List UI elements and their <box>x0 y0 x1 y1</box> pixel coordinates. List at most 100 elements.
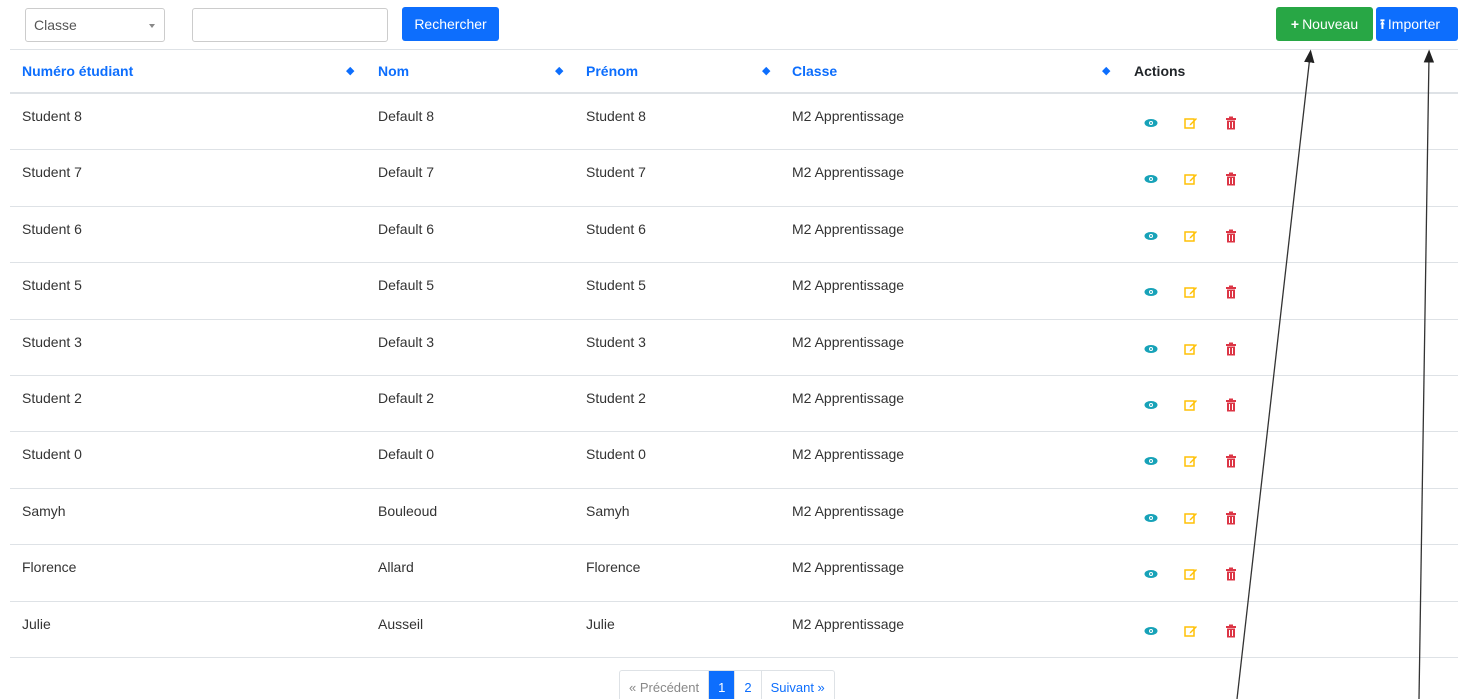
edit-icon[interactable] <box>1184 172 1198 186</box>
cell-prenom: Student 7 <box>586 164 646 181</box>
table-row: Florence Allard Florence M2 Apprentissage <box>10 545 1458 602</box>
cell-numero: Student 6 <box>22 220 82 237</box>
sort-icon[interactable]: ◆ <box>1102 50 1110 93</box>
trash-icon[interactable] <box>1224 454 1238 468</box>
edit-icon[interactable] <box>1184 567 1198 581</box>
search-button[interactable]: Rechercher <box>402 7 499 41</box>
class-select-value: Classe <box>34 17 77 33</box>
edit-icon[interactable] <box>1184 342 1198 356</box>
cell-numero: Julie <box>22 615 51 632</box>
cell-classe: M2 Apprentissage <box>792 220 905 237</box>
trash-icon[interactable] <box>1224 398 1238 412</box>
pagination-page-2[interactable]: 2 <box>735 671 762 699</box>
cell-prenom: Samyh <box>586 502 630 519</box>
edit-icon[interactable] <box>1184 229 1198 243</box>
table-row: Samyh Bouleoud Samyh M2 Apprentissage <box>10 489 1458 546</box>
import-button-label: Importer <box>1387 16 1441 32</box>
edit-icon[interactable] <box>1184 285 1198 299</box>
table-row: Student 5 Default 5 Student 5 M2 Apprentiss… <box>10 263 1458 320</box>
sort-icon[interactable]: ◆ <box>762 50 770 93</box>
cell-nom: Default 0 <box>378 446 435 463</box>
cell-numero: Student 2 <box>22 389 82 406</box>
trash-icon[interactable] <box>1224 511 1238 525</box>
class-select[interactable]: Classe <box>25 8 165 42</box>
edit-icon[interactable] <box>1184 454 1198 468</box>
eye-icon[interactable] <box>1144 116 1158 130</box>
eye-icon[interactable] <box>1144 172 1158 186</box>
trash-icon[interactable] <box>1224 172 1238 186</box>
trash-icon[interactable] <box>1224 116 1238 130</box>
cell-prenom: Student 8 <box>586 108 646 124</box>
cell-numero: Student 8 <box>22 108 82 124</box>
edit-icon[interactable] <box>1184 116 1198 130</box>
table-row: Julie Ausseil Julie M2 Apprentissage <box>10 602 1458 658</box>
cell-numero: Student 5 <box>22 277 82 294</box>
eye-icon[interactable] <box>1144 567 1158 581</box>
eye-icon[interactable] <box>1144 229 1158 243</box>
cell-prenom: Student 0 <box>586 446 646 463</box>
cell-classe: M2 Apprentissage <box>792 559 905 576</box>
trash-icon[interactable] <box>1224 229 1238 243</box>
cell-classe: M2 Apprentissage <box>792 389 905 406</box>
table-body: Student 8 Default 8 Student 8 M2 Apprentiss… <box>10 94 1458 658</box>
eye-icon[interactable] <box>1144 285 1158 299</box>
cell-numero: Student 7 <box>22 164 82 181</box>
new-button[interactable]: + Nouveau <box>1276 7 1373 41</box>
cell-nom: Default 3 <box>378 333 435 350</box>
table-row: Student 2 Default 2 Student 2 M2 Apprentiss… <box>10 376 1458 433</box>
cell-nom: Bouleoud <box>378 502 438 519</box>
cell-classe: M2 Apprentissage <box>792 502 905 519</box>
eye-icon[interactable] <box>1144 398 1158 412</box>
cell-nom: Default 2 <box>378 389 435 406</box>
cell-nom: Default 5 <box>378 277 435 294</box>
trash-icon[interactable] <box>1224 567 1238 581</box>
table-row: Student 7 Default 7 Student 7 M2 Apprentiss… <box>10 150 1458 207</box>
column-header-classe[interactable]: Classe <box>792 50 837 93</box>
cell-nom: Allard <box>378 559 414 576</box>
cell-prenom: Student 6 <box>586 220 646 237</box>
table-row: Student 3 Default 3 Student 3 M2 Apprentiss… <box>10 320 1458 376</box>
table-header: Numéro étudiant ◆ Nom ◆ Prénom ◆ Classe … <box>10 49 1458 94</box>
search-input[interactable] <box>192 8 388 42</box>
upload-icon: ⭱ <box>1380 16 1385 32</box>
cell-prenom: Student 3 <box>586 333 646 350</box>
edit-icon[interactable] <box>1184 624 1198 638</box>
trash-icon[interactable] <box>1224 624 1238 638</box>
eye-icon[interactable] <box>1144 342 1158 356</box>
student-list-page: Classe Rechercher + Nouveau ⭱ Importer Num… <box>0 0 1458 699</box>
trash-icon[interactable] <box>1224 285 1238 299</box>
cell-classe: M2 Apprentissage <box>792 164 905 181</box>
table-row: Student 0 Default 0 Student 0 M2 Apprentiss… <box>10 432 1458 489</box>
cell-nom: Default 6 <box>378 220 435 237</box>
table-row: Student 8 Default 8 Student 8 M2 Apprentiss… <box>10 94 1458 151</box>
plus-icon: + <box>1290 16 1300 32</box>
cell-numero: Samyh <box>22 502 66 519</box>
pagination-page-1[interactable]: 1 <box>709 671 736 699</box>
cell-prenom: Student 5 <box>586 277 646 294</box>
cell-prenom: Julie <box>586 615 615 632</box>
cell-classe: M2 Apprentissage <box>792 615 905 632</box>
cell-prenom: Student 2 <box>586 389 646 406</box>
eye-icon[interactable] <box>1144 511 1158 525</box>
cell-classe: M2 Apprentissage <box>792 333 905 350</box>
column-header-prenom[interactable]: Prénom <box>586 50 638 93</box>
sort-icon[interactable]: ◆ <box>346 50 354 93</box>
eye-icon[interactable] <box>1144 624 1158 638</box>
sort-icon[interactable]: ◆ <box>555 50 563 93</box>
column-header-actions: Actions <box>1134 63 1186 79</box>
pagination-prev: « Précédent <box>620 671 710 699</box>
eye-icon[interactable] <box>1144 454 1158 468</box>
edit-icon[interactable] <box>1184 511 1198 525</box>
pagination: « Précédent 1 2 Suivant » <box>619 670 835 699</box>
cell-classe: M2 Apprentissage <box>792 108 905 124</box>
column-header-numero[interactable]: Numéro étudiant <box>22 50 133 93</box>
cell-prenom: Florence <box>586 559 641 576</box>
import-button[interactable]: ⭱ Importer <box>1376 7 1458 41</box>
pagination-next[interactable]: Suivant » <box>762 671 834 699</box>
column-header-nom[interactable]: Nom <box>378 50 409 93</box>
edit-icon[interactable] <box>1184 398 1198 412</box>
trash-icon[interactable] <box>1224 342 1238 356</box>
cell-nom: Ausseil <box>378 615 424 632</box>
cell-classe: M2 Apprentissage <box>792 446 905 463</box>
students-table: Numéro étudiant ◆ Nom ◆ Prénom ◆ Classe … <box>10 49 1458 658</box>
